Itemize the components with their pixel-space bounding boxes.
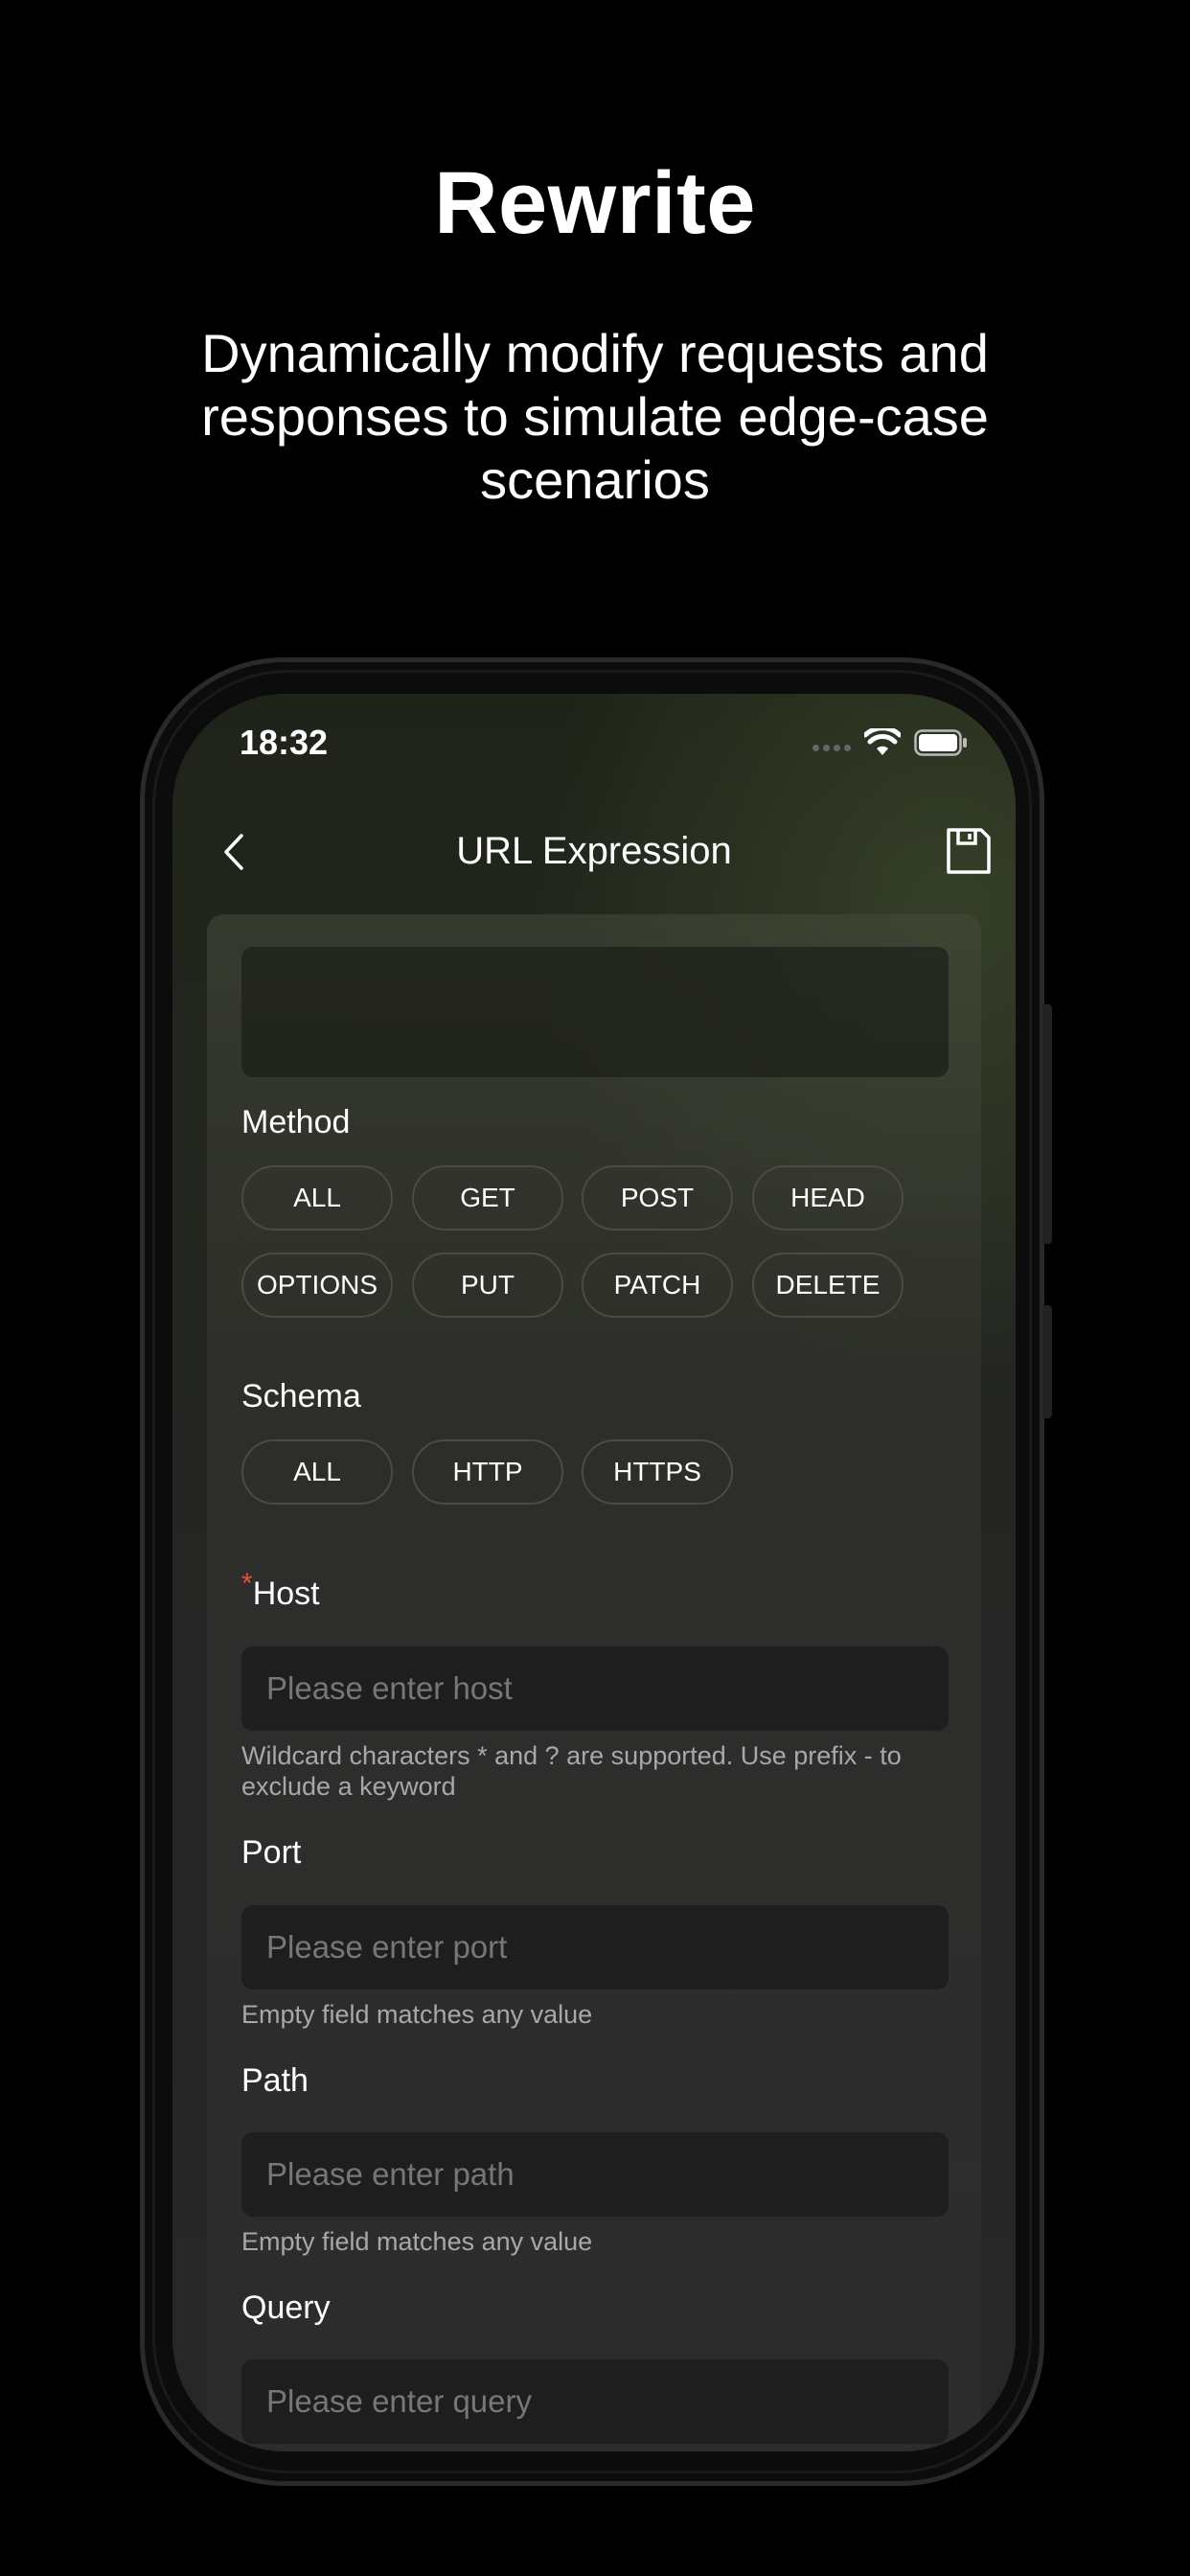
path-hint: Empty field matches any value xyxy=(241,2227,593,2256)
port-hint: Empty field matches any value xyxy=(241,2000,593,2029)
save-button[interactable] xyxy=(941,824,995,878)
navigation-bar: URL Expression xyxy=(172,809,1016,895)
battery-icon xyxy=(914,729,967,756)
method-chip-options[interactable]: OPTIONS xyxy=(241,1253,393,1318)
method-chip-delete[interactable]: DELETE xyxy=(752,1253,904,1318)
schema-chip-all[interactable]: ALL xyxy=(241,1439,393,1505)
status-bar: 18:32 xyxy=(172,694,1016,790)
status-time: 18:32 xyxy=(240,723,329,762)
method-chip-all[interactable]: ALL xyxy=(241,1165,393,1230)
required-indicator: * xyxy=(241,1568,253,1599)
path-label: Path xyxy=(241,2062,309,2099)
query-label: Query xyxy=(241,2289,331,2326)
status-icons xyxy=(812,728,968,757)
wifi-icon xyxy=(864,728,901,755)
method-chip-put[interactable]: PUT xyxy=(412,1253,563,1318)
schema-label: Schema xyxy=(241,1378,361,1414)
app-store-screenshot: Rewrite Dynamically modify requests and … xyxy=(0,0,1190,2576)
device-screen: 18:32 URL Expression Method ALL GET POST… xyxy=(172,694,1016,2451)
port-input[interactable]: Please enter port xyxy=(241,1905,949,1990)
method-chip-head[interactable]: HEAD xyxy=(752,1165,904,1230)
schema-chip-http[interactable]: HTTP xyxy=(412,1439,563,1505)
promo-subtitle: Dynamically modify requests and response… xyxy=(201,323,989,510)
host-input[interactable]: Please enter host xyxy=(241,1646,949,1731)
host-label-row: *Host xyxy=(241,1568,320,1613)
method-chip-post[interactable]: POST xyxy=(582,1165,733,1230)
path-input[interactable]: Please enter path xyxy=(241,2132,949,2217)
method-chip-patch[interactable]: PATCH xyxy=(582,1253,733,1318)
host-label: Host xyxy=(252,1576,320,1612)
page-title: URL Expression xyxy=(456,830,732,872)
expression-preview-field[interactable] xyxy=(241,947,949,1077)
floppy-disk-icon xyxy=(947,828,991,874)
host-hint: Wildcard characters * and ? are supporte… xyxy=(241,1741,902,1801)
query-input[interactable]: Please enter query xyxy=(241,2359,949,2444)
device-side-button xyxy=(1042,1004,1052,1244)
cellular-signal-icon xyxy=(812,744,851,751)
schema-chip-https[interactable]: HTTPS xyxy=(582,1439,733,1505)
port-label: Port xyxy=(241,1834,302,1871)
method-chip-get[interactable]: GET xyxy=(412,1165,563,1230)
method-label: Method xyxy=(241,1104,351,1140)
url-expression-form: Method ALL GET POST HEAD OPTIONS PUT PAT… xyxy=(207,914,981,2451)
promo-title: Rewrite xyxy=(434,154,756,252)
device-side-button xyxy=(1042,1305,1052,1418)
